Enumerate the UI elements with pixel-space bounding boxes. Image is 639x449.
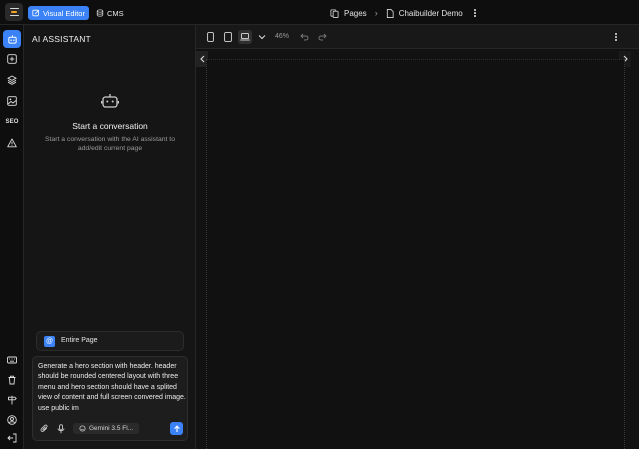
undo-icon [299,33,308,41]
context-selector[interactable]: @ Entire Page [36,331,184,351]
prompt-input[interactable]: Generate a hero section with header. hea… [38,362,186,414]
model-icon [79,425,86,432]
sidebar-item-trash[interactable] [3,371,21,389]
tab-cms[interactable]: CMS [92,6,128,20]
tablet-icon [224,32,232,42]
send-button[interactable] [170,422,183,435]
sidebar-item-seo[interactable]: SEO [3,113,21,131]
tab-label: Visual Editor [43,8,85,18]
user-circle-icon [7,415,17,425]
canvas-toolbar: 46% [196,25,639,49]
sidebar-item-logout[interactable] [3,429,21,447]
empty-state-title: Start a conversation [72,121,148,131]
viewport-mobile-button[interactable] [203,30,217,44]
more-options-icon[interactable] [472,9,478,17]
sidebar-item-add-block[interactable] [3,50,21,68]
ai-assistant-panel: AI ASSISTANT Start a conversation Start … [24,25,196,449]
edit-square-icon [32,9,40,17]
undo-button[interactable] [297,30,311,44]
viewport-tablet-button[interactable] [221,30,235,44]
sidebar-item-ai-assistant[interactable] [3,30,21,48]
file-icon [386,8,394,18]
chevron-right-icon: › [374,8,378,18]
attach-icon[interactable] [40,424,49,433]
canvas-area [196,49,639,449]
canvas-more-options-icon[interactable] [613,33,619,41]
redo-button[interactable] [315,30,329,44]
panel-title: AI ASSISTANT [32,34,91,44]
microphone-icon[interactable] [57,423,65,434]
sidebar-item-layers[interactable] [3,71,21,89]
database-icon [96,9,104,17]
image-icon [7,96,17,106]
sidebar-item-keyboard[interactable] [3,351,21,369]
mobile-icon [206,32,214,42]
trash-icon [8,375,16,385]
arrow-up-icon [173,424,180,432]
sidebar-item-account[interactable] [3,411,21,429]
seo-label: SEO [5,119,19,125]
breadcrumb: Pages › Chaibuilder Demo [330,6,478,20]
sidebar-item-signpost[interactable] [3,391,21,409]
breadcrumb-page-name[interactable]: Chaibuilder Demo [399,9,463,18]
empty-state-subtitle: Start a conversation with the AI assista… [45,136,175,152]
signpost-icon [8,395,17,405]
robot-icon [101,94,119,108]
tab-label: CMS [107,8,124,18]
context-at-badge: @ [44,336,55,347]
chevron-left-icon [199,55,204,63]
left-sidebar: SEO [0,25,24,449]
laptop-icon [240,33,250,41]
layers-icon [7,75,17,85]
viewport-dropdown-button[interactable] [255,30,269,44]
app-logo[interactable] [5,3,23,21]
zoom-level[interactable]: 46% [275,33,289,40]
model-selector[interactable]: Gemini 3.5 Fl... [73,423,140,434]
keyboard-icon [7,356,17,364]
context-label: Entire Page [61,337,98,344]
breadcrumb-pages-link[interactable]: Pages [344,9,367,18]
chevron-down-icon [258,35,266,40]
logout-icon [7,433,17,443]
plus-square-icon [7,54,17,64]
robot-icon [7,34,17,44]
redo-icon [318,33,327,41]
page-canvas-frame[interactable] [206,59,625,449]
tab-visual-editor[interactable]: Visual Editor [28,6,89,20]
sidebar-item-warnings[interactable] [3,134,21,152]
prompt-composer: Generate a hero section with header. hea… [32,356,188,441]
sidebar-item-images[interactable] [3,92,21,110]
pages-icon [330,8,339,18]
composer-toolbar: Gemini 3.5 Fl... [40,423,140,434]
viewport-desktop-button[interactable] [238,30,252,44]
top-bar: Visual Editor CMS Pages › Chaibuilder De… [0,0,639,25]
warning-icon [7,138,17,148]
model-label: Gemini 3.5 Fl... [89,425,134,432]
canvas-top-guide [207,59,624,60]
